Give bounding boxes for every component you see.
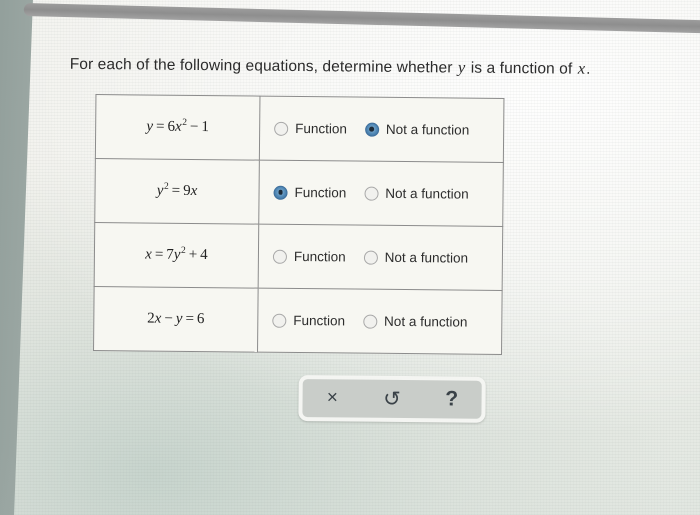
- action-button-bar: × ↺ ?: [298, 374, 486, 423]
- options-group: Function Not a function: [260, 121, 503, 138]
- option-function-label: Function: [293, 248, 346, 265]
- question-mark-icon[interactable]: ?: [432, 382, 472, 416]
- prompt-variable-y: y: [457, 57, 466, 77]
- eq2-base: x: [190, 182, 198, 200]
- options-group: Function Not a function: [259, 185, 502, 202]
- options-cell: Function Not a function: [258, 224, 503, 291]
- equation-cell: 2x − y = 6: [93, 286, 259, 353]
- option-function[interactable]: Function: [273, 184, 347, 201]
- option-not-a-function-label: Not a function: [385, 121, 470, 138]
- eq2-lhs: y: [156, 182, 164, 199]
- question-prompt: For each of the following equations, det…: [70, 54, 670, 80]
- option-not-a-function[interactable]: Not a function: [363, 249, 469, 266]
- eq1-base: x: [174, 118, 182, 135]
- prompt-text-part-3: .: [586, 60, 591, 78]
- options-cell: Function Not a function: [257, 288, 503, 355]
- eq2-equals: =: [171, 182, 181, 199]
- eq1-constant: 1: [201, 119, 210, 136]
- table-row: 2x − y = 6 Function Not a function: [93, 286, 503, 355]
- equation-expression: 2x − y = 6: [94, 310, 257, 329]
- option-function-label: Function: [294, 184, 347, 201]
- eq4-constant: 6: [196, 311, 205, 328]
- option-not-a-function[interactable]: Not a function: [364, 121, 470, 138]
- eq4-operator: −: [164, 310, 173, 327]
- radio-function[interactable]: [273, 185, 288, 200]
- options-group: Function Not a function: [259, 249, 502, 266]
- eq1-operator: −: [189, 118, 199, 136]
- radio-function[interactable]: [272, 249, 288, 264]
- option-function[interactable]: Function: [272, 248, 346, 265]
- prompt-text-part-1: For each of the following equations, det…: [69, 55, 458, 77]
- eq1-coefficient: 6: [167, 118, 176, 135]
- option-not-a-function-label: Not a function: [384, 313, 468, 330]
- option-function-label: Function: [295, 120, 348, 137]
- equation-cell: y = 6x2−1: [95, 94, 260, 161]
- options-cell: Function Not a function: [258, 160, 504, 227]
- radio-not-a-function[interactable]: [363, 314, 378, 329]
- equation-cell: x = 7y2 +4: [94, 222, 259, 289]
- options-group: Function Not a function: [258, 313, 501, 330]
- eq4-equals: =: [185, 310, 195, 327]
- option-function[interactable]: Function: [274, 120, 348, 137]
- prompt-text-part-2: is a function of: [466, 59, 577, 78]
- eq3-operator: +: [188, 246, 198, 264]
- eq3-constant: 4: [200, 247, 208, 264]
- options-cell: Function Not a function: [259, 96, 504, 163]
- eq3-coefficient: 7: [166, 246, 174, 263]
- option-not-a-function-label: Not a function: [384, 249, 469, 266]
- equations-table: y = 6x2−1 Function Not a function y2 = 9…: [93, 94, 505, 355]
- radio-function[interactable]: [274, 121, 289, 136]
- radio-not-a-function[interactable]: [364, 122, 380, 137]
- eq3-base: y: [173, 246, 181, 263]
- photographed-screen-scene: For each of the following equations, det…: [0, 0, 700, 515]
- option-not-a-function-label: Not a function: [385, 185, 469, 202]
- exercise-content: For each of the following equations, det…: [0, 0, 700, 515]
- option-function-label: Function: [293, 312, 346, 329]
- equation-cell: y2 = 9x: [94, 158, 260, 225]
- equation-expression: y2 = 9x: [95, 182, 258, 201]
- eq3-equals: =: [154, 246, 164, 263]
- table-row: y2 = 9x Function Not a function: [94, 158, 504, 227]
- table-row: x = 7y2 +4 Function Not a function: [94, 222, 503, 291]
- option-function[interactable]: Function: [272, 312, 346, 329]
- option-not-a-function[interactable]: Not a function: [364, 185, 469, 202]
- radio-not-a-function[interactable]: [364, 186, 379, 201]
- radio-not-a-function[interactable]: [363, 250, 378, 265]
- close-x-icon[interactable]: ×: [312, 381, 352, 415]
- undo-arrow-icon[interactable]: ↺: [372, 382, 412, 416]
- equation-expression: y = 6x2−1: [96, 118, 259, 137]
- eq1-equals: =: [156, 118, 165, 135]
- equation-expression: x = 7y2 +4: [95, 246, 258, 265]
- table-row: y = 6x2−1 Function Not a function: [95, 94, 504, 163]
- option-not-a-function[interactable]: Not a function: [363, 314, 467, 330]
- radio-function[interactable]: [272, 313, 287, 328]
